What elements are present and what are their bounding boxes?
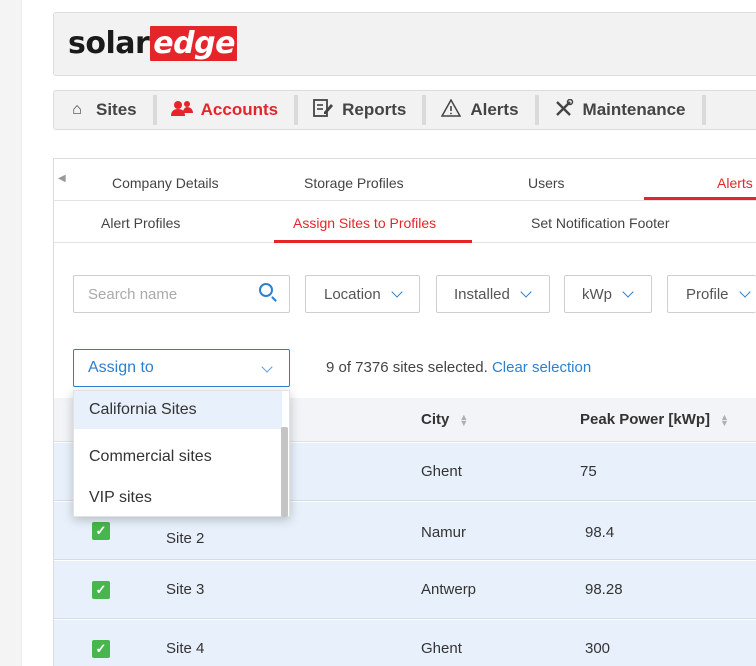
tab-storage-profiles[interactable]: Storage Profiles <box>304 175 404 191</box>
assign-to-label: Assign to <box>88 359 154 376</box>
active-tab-indicator <box>644 197 756 200</box>
clear-selection-link[interactable]: Clear selection <box>492 359 591 376</box>
search-input[interactable]: Search name <box>73 275 290 313</box>
kwp-filter-label: kWp <box>582 285 612 303</box>
warning-icon <box>440 97 462 122</box>
nav-accounts[interactable]: Accounts <box>159 95 299 125</box>
menu-item-vip-sites[interactable]: VIP sites <box>74 479 282 517</box>
reports-icon <box>312 98 334 122</box>
table-row[interactable]: ✓ Site 3 Antwerp 98.28 <box>54 561 756 619</box>
nav-alerts[interactable]: Alerts <box>428 95 539 125</box>
subtab-assign-sites[interactable]: Assign Sites to Profiles <box>293 215 436 231</box>
nav-accounts-label: Accounts <box>200 100 279 119</box>
alert-subtabs: Alert Profiles Assign Sites to Profiles … <box>54 201 756 243</box>
subtab-alert-profiles[interactable]: Alert Profiles <box>101 215 180 231</box>
nav-sites-label: Sites <box>96 100 137 119</box>
profile-filter-label: Profile <box>686 285 729 303</box>
kwp-filter[interactable]: kWp <box>564 275 652 313</box>
installed-filter-label: Installed <box>454 285 510 303</box>
brand-header: solar edge <box>53 12 756 76</box>
row-checkbox[interactable]: ✓ <box>92 522 110 540</box>
nav-reports[interactable]: Reports <box>300 95 427 125</box>
row-checkbox[interactable]: ✓ <box>92 640 110 658</box>
nav-reports-label: Reports <box>342 100 407 119</box>
subtab-notification-footer[interactable]: Set Notification Footer <box>531 215 670 231</box>
row-checkbox[interactable]: ✓ <box>92 581 110 599</box>
nav-maintenance-label: Maintenance <box>582 100 686 119</box>
tab-users[interactable]: Users <box>528 175 565 191</box>
location-filter[interactable]: Location <box>305 275 420 313</box>
installed-filter[interactable]: Installed <box>436 275 550 313</box>
selection-count: 9 of 7376 sites selected. <box>326 359 488 376</box>
nav-sites[interactable]: ⌂ Sites <box>54 95 157 125</box>
menu-item-california-sites[interactable]: California Sites <box>74 391 282 429</box>
site-peak-power: 300 <box>585 640 611 657</box>
assign-to-menu: California Sites Commercial sites VIP si… <box>73 390 290 517</box>
site-city: Ghent <box>421 463 462 480</box>
site-peak-power: 98.4 <box>585 524 615 541</box>
chevron-down-icon <box>261 361 273 373</box>
search-placeholder: Search name <box>88 285 178 303</box>
home-icon: ⌂ <box>72 101 82 118</box>
table-row[interactable]: ✓ Site 4 Ghent 300 <box>54 620 756 666</box>
site-name[interactable]: Site 2 <box>166 530 204 547</box>
site-peak-power: 75 <box>580 463 597 480</box>
sort-icon[interactable]: ▲ ▼ <box>459 413 468 428</box>
menu-scrollbar[interactable] <box>281 427 288 517</box>
account-tabs: ◀ Company Details Storage Profiles Users… <box>54 159 756 201</box>
column-header-peak-power[interactable]: Peak Power [kWp] ▲ ▼ <box>580 411 729 428</box>
location-filter-label: Location <box>324 285 381 303</box>
site-name[interactable]: Site 4 <box>166 640 204 657</box>
site-city: Antwerp <box>421 581 477 598</box>
nav-maintenance[interactable]: Maintenance <box>541 95 706 125</box>
back-arrow-icon[interactable]: ◀ <box>58 173 66 184</box>
site-city: Ghent <box>421 640 462 657</box>
main-nav: ⌂ Sites Accounts Reports Alerts Maintena… <box>53 90 756 130</box>
selection-summary: 9 of 7376 sites selected. Clear selectio… <box>326 359 591 376</box>
chevron-down-icon <box>520 286 532 298</box>
search-icon[interactable] <box>259 283 273 297</box>
users-icon <box>170 100 193 121</box>
menu-item-commercial-sites[interactable]: Commercial sites <box>74 438 282 476</box>
chevron-down-icon <box>738 286 751 298</box>
tab-alerts[interactable]: Alerts <box>717 175 753 191</box>
nav-alerts-label: Alerts <box>470 100 519 119</box>
tools-icon <box>553 98 575 122</box>
site-city: Namur <box>421 524 467 541</box>
left-rail <box>0 0 22 666</box>
assign-to-dropdown[interactable]: Assign to <box>73 349 290 387</box>
profile-filter[interactable]: Profile <box>667 275 756 313</box>
active-subtab-indicator <box>274 240 472 243</box>
solaredge-logo[interactable]: solar edge <box>68 26 237 62</box>
chevron-down-icon <box>391 286 403 298</box>
site-name[interactable]: Site 3 <box>166 581 204 598</box>
tab-company-details[interactable]: Company Details <box>112 175 219 191</box>
column-header-city[interactable]: City ▲ ▼ <box>421 411 468 428</box>
chevron-down-icon <box>622 286 634 298</box>
sort-icon[interactable]: ▲ ▼ <box>720 413 729 428</box>
site-peak-power: 98.28 <box>585 581 623 598</box>
